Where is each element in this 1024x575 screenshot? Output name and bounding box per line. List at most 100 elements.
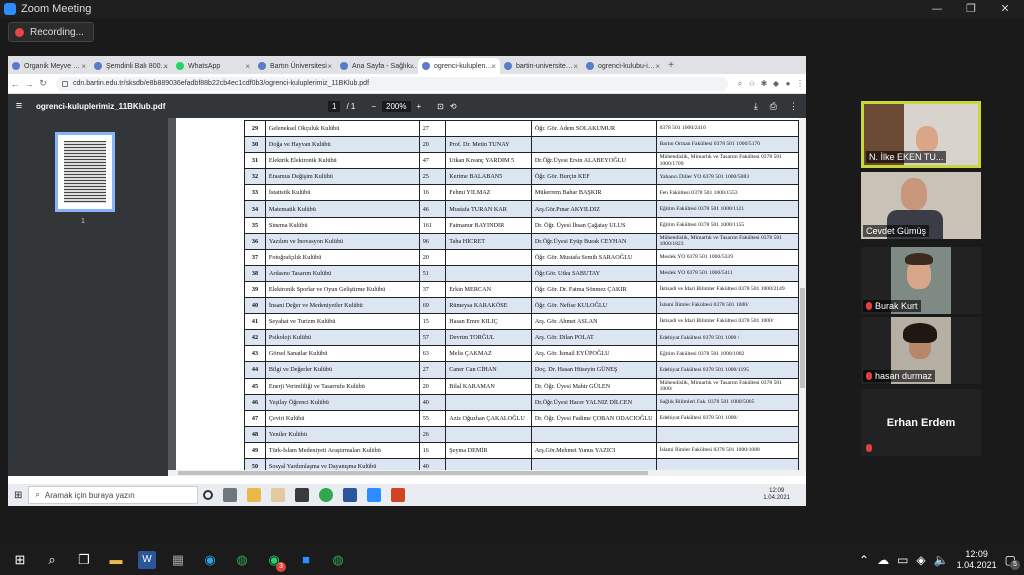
maximize-button[interactable]: ❐ (954, 0, 988, 18)
reload-icon[interactable]: ↻ (36, 78, 50, 89)
tab-close-icon[interactable]: × (163, 62, 168, 71)
table-row: 30 Doğa ve Hayvan Kulübü 20 Prof. Dr. Metin… (244, 136, 800, 154)
browser-menu-icon[interactable]: ⋮ (794, 79, 806, 88)
zoom-in-icon[interactable]: + (417, 102, 422, 111)
calculator-icon[interactable]: ▦ (168, 550, 188, 570)
table-cell-members: 161 (418, 216, 447, 234)
tab-label: WhatsApp (188, 62, 221, 70)
puzzle-icon[interactable]: ◆ (770, 79, 782, 88)
tab-close-icon[interactable]: × (655, 62, 660, 71)
participant-tile-video-off[interactable]: Erhan Erdem (861, 389, 981, 456)
table-cell-president (445, 248, 532, 266)
zoom-app-icon[interactable] (367, 488, 382, 502)
browser-tab[interactable]: WhatsApp × (172, 58, 254, 74)
table-cell-club: Yazılım ve İnovasyon Kulübü (264, 232, 420, 250)
vertical-scroll-thumb[interactable] (800, 288, 805, 388)
participant-tile[interactable]: Cevdet Gümüş (861, 172, 981, 239)
vertical-scrollbar[interactable] (799, 118, 806, 476)
bookmark-star-icon[interactable]: ☆ (746, 79, 758, 88)
taskbar-clock[interactable]: 12:09 1.04.2021 (957, 549, 997, 571)
participant-tile[interactable]: Burak Kurt (861, 247, 981, 314)
battery-icon[interactable]: ▭ (897, 553, 908, 567)
url-field[interactable]: cdn.bartin.edu.tr/sksdb/e8b889036efadbf8… (56, 76, 728, 91)
file-explorer-icon[interactable] (247, 488, 262, 502)
horizontal-scroll-thumb[interactable] (178, 471, 648, 475)
print-icon[interactable]: ⎙ (770, 101, 777, 112)
file-explorer-icon[interactable]: ▬ (106, 550, 126, 570)
page-thumbnail[interactable] (55, 132, 115, 212)
thumbnail-page-number: 1 (81, 218, 85, 225)
edge-icon[interactable]: ◉ (200, 550, 220, 570)
browser-tab[interactable]: bartin-universite… × (500, 58, 582, 74)
task-view-icon[interactable] (223, 488, 238, 502)
search-icon[interactable]: ⌕ (42, 550, 62, 570)
word-icon[interactable]: W (138, 550, 156, 569)
browser-tab[interactable]: Bartın Üniversitesi × (254, 58, 336, 74)
shared-taskbar-clock[interactable]: 12:09 1.04.2021 (763, 488, 790, 502)
browser-tab[interactable]: Organik Meyve … × (8, 58, 90, 74)
pdf-menu-icon[interactable]: ≡ (8, 100, 30, 112)
back-icon[interactable]: ← (8, 79, 22, 89)
cortana-icon[interactable] (203, 490, 214, 500)
chrome-icon[interactable]: ◍ (232, 550, 252, 570)
notepad-icon[interactable] (271, 488, 286, 502)
notification-count: 5 (1010, 559, 1020, 570)
table-cell-no: 41 (244, 313, 266, 331)
participant-name: Erhan Erdem (886, 416, 956, 429)
pdf-viewer[interactable]: 1 29 Geleneksel Okçuluk Kulübü 27 Öğr. Gör.… (8, 118, 806, 476)
pdf-page-controls: 1 / 1 − 200% + ⊡ ⟲ (328, 100, 457, 112)
zoom-page-icon[interactable]: ⌕ (734, 79, 746, 89)
chevron-up-icon[interactable]: ⌃ (859, 553, 869, 567)
network-icon[interactable]: ◈ (916, 553, 925, 567)
zoom-app-icon[interactable]: ■ (296, 550, 316, 570)
tab-close-icon[interactable]: × (327, 62, 332, 71)
notification-icon[interactable]: ▢ 5 (1005, 553, 1020, 570)
chrome-icon-2[interactable]: ◍ (328, 550, 348, 570)
participant-tile-active-speaker[interactable]: N. İlke EKEN TU... (861, 101, 981, 168)
word-icon[interactable] (343, 488, 358, 502)
store-icon[interactable] (295, 488, 310, 502)
table-cell-members: 26 (418, 425, 447, 443)
cloud-icon[interactable]: ☁ (877, 553, 889, 567)
fit-page-icon[interactable]: ⊡ (437, 102, 444, 111)
zoom-out-icon[interactable]: − (371, 102, 376, 111)
chrome-icon[interactable] (319, 488, 334, 502)
windows-start-icon[interactable]: ⊞ (10, 550, 30, 570)
recording-indicator[interactable]: Recording... (8, 22, 94, 42)
tab-close-icon[interactable]: × (573, 62, 578, 71)
recording-label: Recording... (30, 26, 84, 38)
extension-icon[interactable]: ✱ (758, 79, 770, 88)
table-row: 43 Görsel Sanatlar Kulübü 63 Melis ÇAKMAZ Ar… (244, 345, 800, 363)
profile-avatar-icon[interactable]: ● (782, 79, 794, 88)
browser-tab-active[interactable]: ogrenci-kuluplen… × (418, 58, 500, 74)
minimize-button[interactable]: — (920, 0, 954, 18)
table-cell-faculty: Eğitim Fakültesi 0378 501 1000/1155 (655, 216, 800, 234)
zoom-level-input[interactable]: 200% (382, 100, 411, 112)
browser-tab[interactable]: Şemdinli Balı 800… × (90, 58, 172, 74)
table-cell-no: 35 (244, 216, 266, 234)
browser-tab[interactable]: ogrenci-kulubu-i… × (582, 58, 664, 74)
tab-label: ogrenci-kuluplen… (434, 62, 493, 70)
volume-icon[interactable]: 🔈 (934, 553, 949, 567)
download-icon[interactable]: ⤓ (754, 101, 758, 112)
task-view-icon[interactable]: ❐ (74, 550, 94, 570)
windows-start-icon[interactable]: ⊞ (14, 490, 22, 501)
rotate-icon[interactable]: ⟲ (450, 102, 457, 111)
browser-tab[interactable]: Ana Sayfa - Sağlık… × (336, 58, 418, 74)
forward-icon[interactable]: → (22, 79, 36, 89)
whatsapp-icon[interactable]: ◉ 3 (264, 550, 286, 572)
participant-tile[interactable]: hasan durmaz (861, 317, 981, 384)
powerpoint-icon[interactable] (391, 488, 406, 502)
new-tab-button[interactable]: + (664, 58, 678, 74)
table-cell-president: Şeyma DEMİR (445, 441, 532, 459)
page-number-input[interactable]: 1 (328, 100, 341, 112)
tab-close-icon[interactable]: × (409, 62, 414, 71)
taskbar-search-box[interactable]: ⌕ Aramak için buraya yazın (28, 486, 199, 504)
table-cell-faculty: İktisadi ve İdari Bilimler Fakültesi 037… (655, 313, 800, 331)
horizontal-scrollbar[interactable] (168, 470, 799, 476)
tab-close-icon[interactable]: × (245, 62, 250, 71)
tab-close-icon[interactable]: × (81, 62, 86, 71)
pdf-more-icon[interactable]: ⋮ (789, 101, 798, 112)
close-button[interactable]: ✕ (988, 0, 1022, 18)
tab-close-icon[interactable]: × (491, 62, 496, 71)
